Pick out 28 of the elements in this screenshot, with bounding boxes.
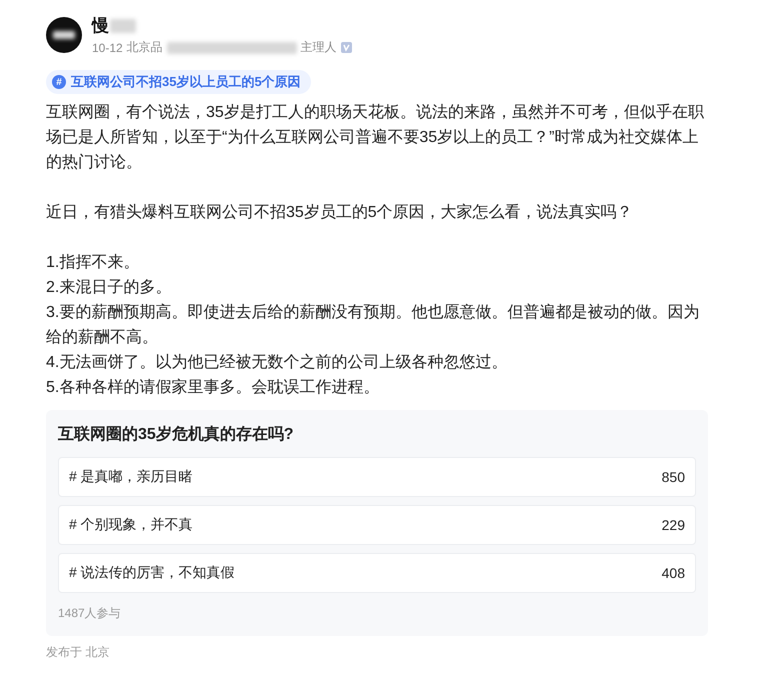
- list-item: 3.要的薪酬预期高。即使进去后给的薪酬没有预期。他也愿意做。但普遍都是被动的做。因为给的薪酬不高。: [46, 302, 700, 348]
- poll-option[interactable]: # 说法传的厉害，不知真假 408: [58, 553, 696, 593]
- author-name[interactable]: 慢: [92, 14, 109, 37]
- option-label: # 说法传的厉害，不知真假: [69, 564, 235, 582]
- paragraph: 近日，有猎头爆料互联网公司不招35岁员工的5个原因，大家怎么看，说法真实吗？: [46, 202, 634, 223]
- poll-option[interactable]: # 是真嘟，亲历目睹 850: [58, 457, 696, 497]
- poll-title: 互联网圈的35岁危机真的存在吗?: [58, 424, 295, 445]
- list-item: 4.无法画饼了。以为他已经被无数个之前的公司上级各种忽悠过。: [46, 352, 508, 373]
- location-text: 北京品: [126, 39, 163, 56]
- list-item: 5.各种各样的请假家里事多。会耽误工作进程。: [46, 378, 380, 398]
- poll-option[interactable]: # 个别现象，并不真 229: [58, 505, 696, 545]
- paragraph: 互联网圈，有个说法，35岁是打工人的职场天花板。说法的来路，虽然并不可考，但似乎在职场已是人所皆知，以至于“为什么互联网公司普遍不要35岁以上的员工？”时常成为社交媒体上的热门讨论。: [46, 102, 705, 173]
- participant-count: 1487人参与: [58, 605, 122, 622]
- option-label: # 个别现象，并不真: [69, 516, 193, 534]
- list-item: 1.指挥不来。: [46, 252, 140, 273]
- role-text: 主理人: [300, 39, 337, 56]
- post-date: 10-12: [92, 40, 123, 54]
- blurred-text: [110, 18, 136, 32]
- publish-location: 发布于 北京: [46, 644, 110, 661]
- vote-count: 408: [662, 565, 685, 581]
- topic-tag[interactable]: # 互联网公司不招35岁以上员工的5个原因: [46, 70, 311, 94]
- verified-icon: [340, 42, 352, 53]
- blurred-text: [53, 31, 75, 39]
- vote-count: 850: [662, 469, 685, 485]
- list-item: 2.来混日子的多。: [46, 278, 172, 298]
- vote-count: 229: [662, 517, 685, 533]
- option-label: # 是真嘟，亲历目睹: [69, 468, 193, 486]
- avatar[interactable]: [46, 17, 82, 53]
